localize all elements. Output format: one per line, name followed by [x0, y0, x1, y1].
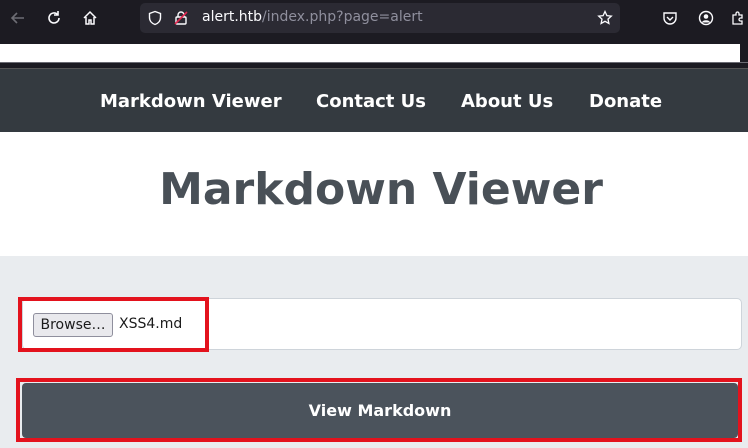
home-icon[interactable] — [80, 8, 100, 28]
nav-link-donate[interactable]: Donate — [589, 91, 662, 112]
site-navigation: Markdown Viewer Contact Us About Us Dona… — [0, 68, 748, 132]
url-text[interactable]: alert.htb/index.php?page=alert — [202, 9, 423, 25]
page-header: Markdown Viewer — [0, 132, 748, 256]
star-icon[interactable] — [595, 8, 615, 28]
page-title: Markdown Viewer — [159, 164, 603, 215]
shield-icon[interactable] — [145, 8, 165, 28]
back-icon[interactable] — [8, 8, 28, 28]
nav-link-contact-us[interactable]: Contact Us — [316, 91, 426, 112]
url-host: alert.htb — [202, 9, 263, 25]
account-icon[interactable] — [696, 8, 716, 28]
toolbar-strip-panel — [0, 44, 740, 62]
nav-link-markdown-viewer[interactable]: Markdown Viewer — [100, 91, 282, 112]
pocket-icon[interactable] — [660, 8, 680, 28]
extensions-icon[interactable] — [728, 8, 748, 28]
highlight-box-file — [18, 297, 209, 352]
highlight-box-button — [16, 378, 742, 442]
toolbar-divider — [0, 62, 748, 63]
url-bar[interactable]: alert.htb/index.php?page=alert — [140, 3, 620, 33]
url-path: /index.php?page=alert — [262, 9, 423, 25]
nav-link-about-us[interactable]: About Us — [461, 91, 553, 112]
browser-toolbar: alert.htb/index.php?page=alert — [0, 0, 748, 36]
lock-insecure-icon[interactable] — [171, 8, 191, 28]
reload-icon[interactable] — [44, 8, 64, 28]
